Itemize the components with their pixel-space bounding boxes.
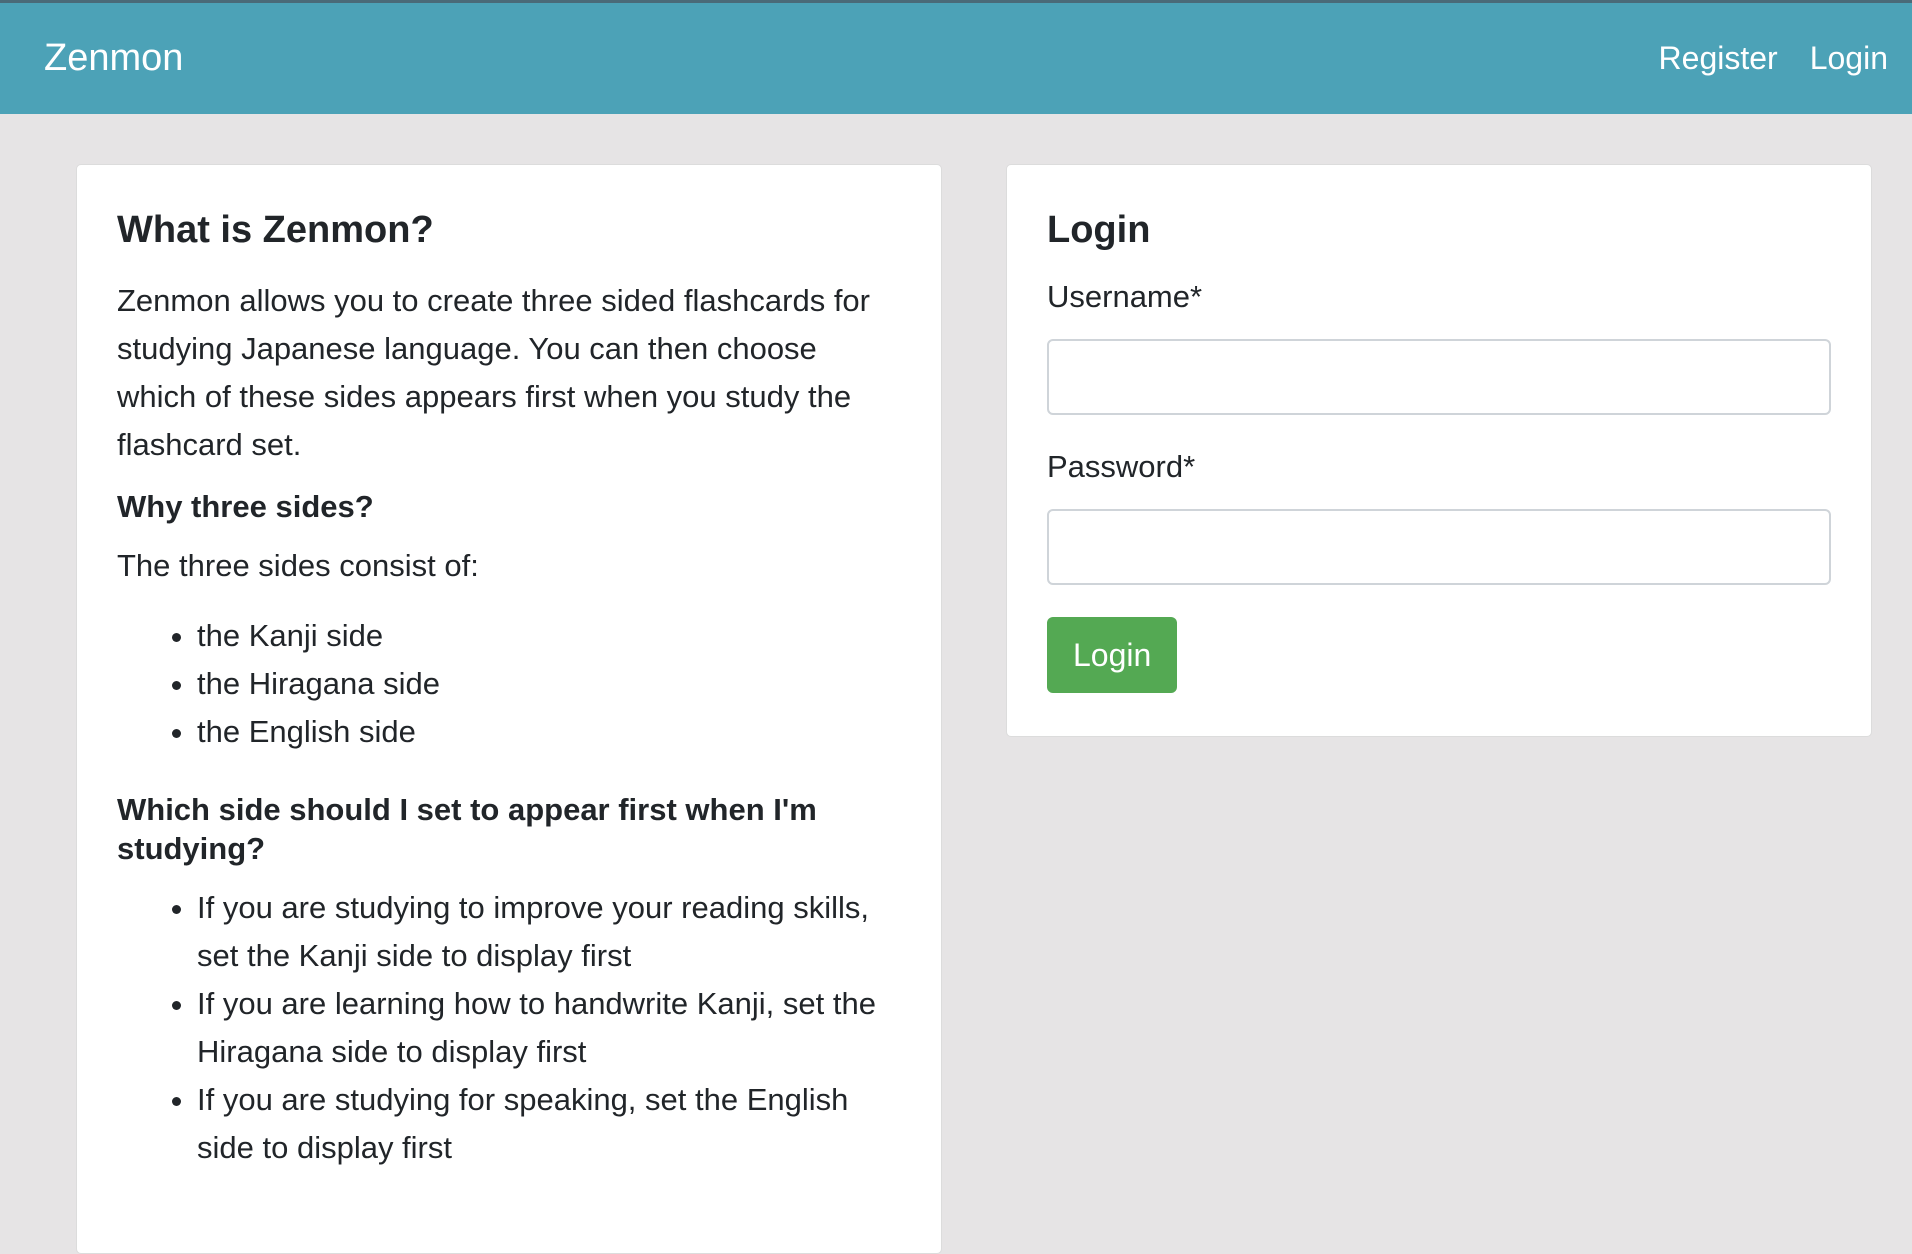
register-link[interactable]: Register	[1659, 40, 1778, 77]
login-card: Login Username* Password* Login	[1006, 164, 1872, 737]
password-label: Password*	[1047, 449, 1196, 484]
username-input[interactable]	[1047, 339, 1831, 415]
login-button[interactable]: Login	[1047, 617, 1178, 693]
sides-list: the Kanji side the Hiragana side the Eng…	[117, 612, 901, 756]
navbar: Zenmon Register Login	[0, 0, 1912, 114]
brand-link[interactable]: Zenmon	[44, 37, 183, 80]
sides-intro: The three sides consist of:	[117, 548, 479, 583]
list-item: the English side	[197, 708, 901, 756]
info-title: What is Zenmon?	[117, 209, 434, 251]
login-title: Login	[1047, 209, 1151, 251]
list-item: If you are studying to improve your read…	[197, 884, 901, 980]
why-heading: Why three sides?	[117, 489, 374, 524]
username-label: Username*	[1047, 279, 1203, 314]
which-heading: Which side should I set to appear first …	[117, 792, 817, 866]
password-input[interactable]	[1047, 509, 1831, 585]
info-card: What is Zenmon? Zenmon allows you to cre…	[76, 164, 942, 1254]
list-item: If you are learning how to handwrite Kan…	[197, 980, 901, 1076]
list-item: If you are studying for speaking, set th…	[197, 1076, 901, 1172]
tips-list: If you are studying to improve your read…	[117, 884, 901, 1172]
list-item: the Kanji side	[197, 612, 901, 660]
login-form: Username* Password* Login	[1047, 277, 1831, 693]
nav-links: Register Login	[1659, 40, 1888, 77]
info-intro: Zenmon allows you to create three sided …	[117, 283, 870, 462]
list-item: the Hiragana side	[197, 660, 901, 708]
login-link[interactable]: Login	[1810, 40, 1888, 77]
